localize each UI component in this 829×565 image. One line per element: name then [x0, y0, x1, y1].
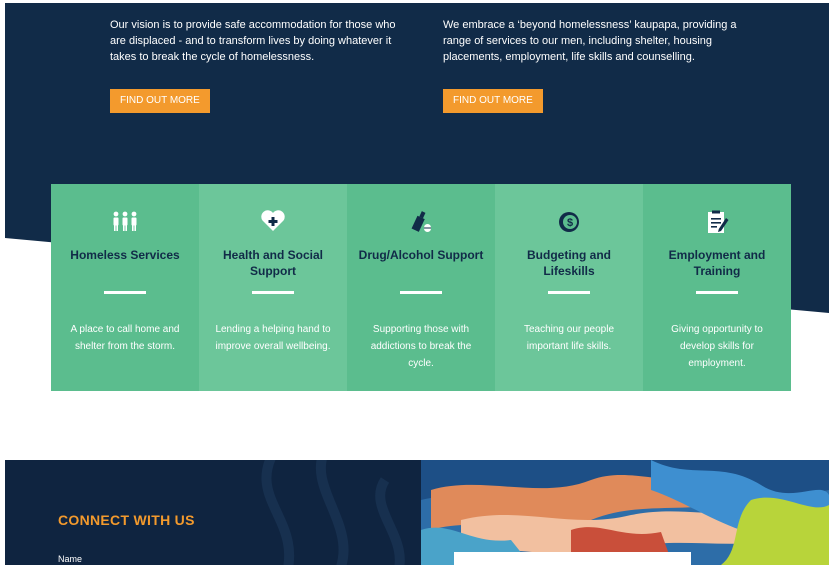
heart-plus-icon: [199, 210, 347, 234]
people-icon: [51, 210, 199, 234]
service-card-homeless[interactable]: Homeless Services A place to call home a…: [51, 184, 199, 391]
card-description: Lending a helping hand to improve overal…: [215, 324, 331, 352]
service-card-employment[interactable]: Employment and Training Giving opportuni…: [643, 184, 791, 391]
name-label: Name: [58, 554, 83, 564]
card-title: Health and Social Support: [222, 248, 324, 278]
card-description: Supporting those with addictions to brea…: [370, 324, 472, 369]
vision-text: Our vision is to provide safe accommodat…: [110, 19, 396, 63]
card-divider: [104, 291, 146, 294]
card-divider: [548, 291, 590, 294]
service-card-budgeting[interactable]: $ Budgeting and Lifeskills Teaching our …: [495, 184, 643, 391]
painting-image: [421, 460, 829, 565]
card-description: Teaching our people important life skill…: [523, 324, 615, 352]
card-title: Drug/Alcohol Support: [358, 248, 484, 262]
card-divider: [696, 291, 738, 294]
kaupapa-text: We embrace a ‘beyond homelessness’ kaupa…: [443, 19, 737, 63]
bottle-pill-icon: [347, 210, 495, 234]
card-description: Giving opportunity to develop skills for…: [671, 324, 763, 369]
painting-caption-card: [454, 552, 691, 565]
services-cards: Homeless Services A place to call home a…: [51, 184, 791, 391]
document-pen-icon: [643, 210, 791, 234]
card-divider: [400, 291, 442, 294]
service-card-health[interactable]: Health and Social Support Lending a help…: [199, 184, 347, 391]
find-out-more-button-left[interactable]: FIND OUT MORE: [110, 89, 210, 113]
service-card-drug-alcohol[interactable]: Drug/Alcohol Support Supporting those wi…: [347, 184, 495, 391]
connect-section: CONNECT WITH US Name: [5, 460, 421, 565]
connect-title: CONNECT WITH US: [58, 512, 195, 528]
card-title: Homeless Services: [70, 248, 180, 262]
svg-text:$: $: [567, 217, 573, 229]
card-description: A place to call home and shelter from th…: [70, 324, 180, 352]
find-out-more-button-right[interactable]: FIND OUT MORE: [443, 89, 543, 113]
card-title: Employment and Training: [668, 248, 766, 278]
card-title: Budgeting and Lifeskills: [527, 248, 611, 278]
card-divider: [252, 291, 294, 294]
dollar-coin-icon: $: [495, 210, 643, 234]
